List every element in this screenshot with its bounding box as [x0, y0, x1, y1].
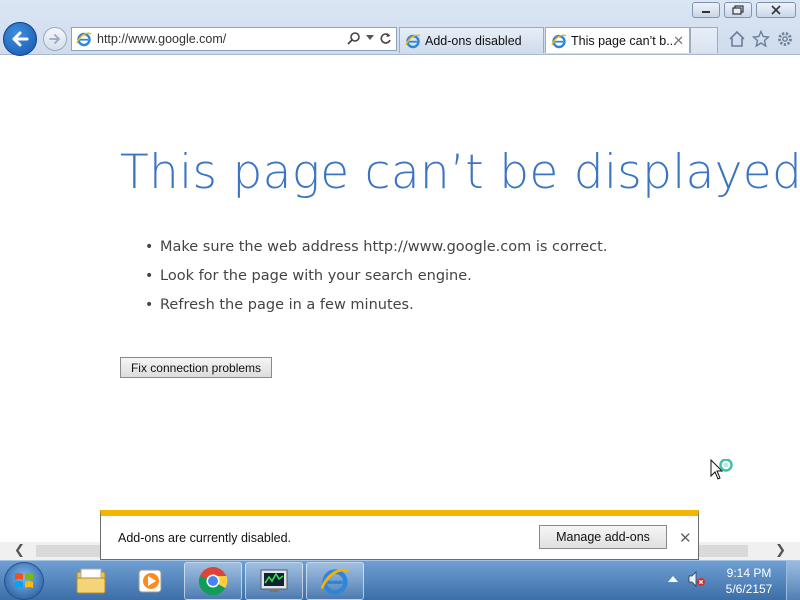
taskbar-media-player[interactable]: [122, 562, 180, 600]
clock-time: 9:14 PM: [726, 566, 772, 580]
show-desktop-button[interactable]: [786, 561, 800, 600]
address-url: http://www.google.com/: [97, 32, 227, 46]
show-hidden-icons-icon[interactable]: [668, 575, 678, 583]
new-tab-button[interactable]: [690, 27, 718, 53]
minimize-button[interactable]: [692, 2, 720, 18]
ie-icon: [551, 34, 567, 49]
tab-close-icon[interactable]: ✕: [673, 33, 684, 49]
bullet-icon: •: [145, 239, 154, 255]
suggestion-text: Look for the page with your search engin…: [160, 268, 472, 284]
close-icon: [771, 5, 781, 15]
chevron-down-icon[interactable]: [366, 35, 374, 41]
taskbar-clock[interactable]: 9:14 PM 5/6/2157: [718, 565, 780, 597]
window-controls: [692, 2, 796, 18]
manage-add-ons-button[interactable]: Manage add-ons: [539, 525, 667, 549]
notification-bar: Add-ons are currently disabled. Manage a…: [100, 510, 699, 560]
address-bar[interactable]: http://www.google.com/: [71, 27, 397, 51]
suggestion-text: Refresh the page in a few minutes.: [160, 297, 414, 313]
minimize-icon: [702, 11, 710, 13]
clock-date: 5/6/2157: [725, 582, 773, 596]
notification-close-icon[interactable]: ✕: [679, 529, 692, 547]
taskbar-file-explorer[interactable]: [62, 562, 120, 600]
taskbar-task-manager[interactable]: [245, 562, 303, 600]
forward-arrow-icon: [49, 34, 60, 44]
taskbar-internet-explorer[interactable]: [306, 562, 364, 600]
scroll-right-icon[interactable]: ❯: [775, 543, 786, 558]
close-window-button[interactable]: [756, 2, 796, 18]
bullet-icon: •: [145, 297, 154, 313]
back-arrow-icon: [12, 31, 29, 47]
file-explorer-icon: [76, 568, 106, 594]
browser-toolbar: http://www.google.com/ Add-ons disabled: [0, 0, 800, 56]
tab-label: Add-ons disabled: [425, 34, 522, 48]
volume-muted-icon[interactable]: [688, 571, 706, 587]
taskbar-chrome[interactable]: [184, 562, 242, 600]
task-manager-icon: [260, 569, 288, 592]
windows-logo-icon: [15, 573, 33, 588]
tab-add-ons-disabled[interactable]: Add-ons disabled: [399, 27, 544, 53]
restore-button[interactable]: [724, 2, 752, 18]
tab-label: This page can’t b...: [571, 34, 677, 48]
media-player-icon: [138, 569, 162, 593]
notification-message: Add-ons are currently disabled.: [118, 531, 292, 545]
ie-icon: [405, 34, 421, 49]
list-item: • Make sure the web address http://www.go…: [145, 236, 607, 265]
favorites-star-icon[interactable]: [752, 30, 770, 48]
gear-icon[interactable]: [776, 30, 794, 48]
bullet-icon: •: [145, 268, 154, 284]
ie-icon: [76, 32, 92, 47]
suggestion-text: Make sure the web address http://www.goo…: [160, 239, 608, 255]
start-button[interactable]: [4, 562, 44, 600]
list-item: • Refresh the page in a few minutes.: [145, 294, 607, 323]
list-item: • Look for the page with your search engi…: [145, 265, 607, 294]
page-content: This page can’t be displayed • Make sure …: [0, 56, 800, 542]
home-icon[interactable]: [728, 30, 746, 48]
back-button[interactable]: [3, 22, 37, 56]
suggestion-list: • Make sure the web address http://www.go…: [145, 236, 607, 323]
tab-page-cant-be-displayed[interactable]: This page can’t b... ✕: [545, 27, 690, 53]
page-title: This page can’t be displayed: [120, 145, 800, 200]
chrome-icon: [198, 567, 228, 596]
fix-connection-button[interactable]: Fix connection problems: [120, 357, 272, 378]
mouse-cursor-busy-icon: [710, 459, 733, 480]
search-icon[interactable]: [347, 31, 361, 45]
command-icons: [728, 30, 794, 48]
address-tools: [347, 31, 392, 45]
ie-icon: [320, 568, 350, 595]
forward-button[interactable]: [43, 27, 67, 51]
scroll-left-icon[interactable]: ❮: [14, 543, 25, 558]
taskbar: 9:14 PM 5/6/2157: [0, 560, 800, 600]
refresh-icon[interactable]: [379, 32, 392, 45]
restore-icon: [732, 5, 744, 15]
system-tray: [668, 571, 706, 587]
